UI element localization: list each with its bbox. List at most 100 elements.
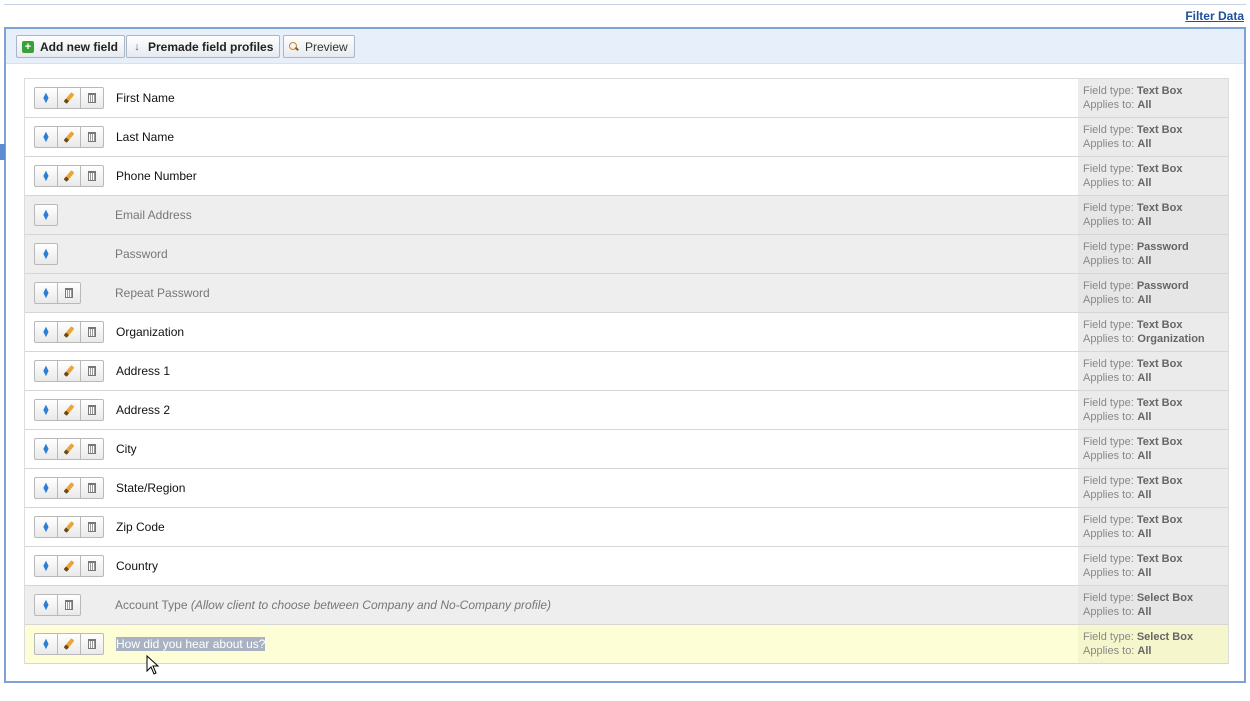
field-name-with-note: Account Type (Allow client to choose bet… xyxy=(115,598,551,612)
field-name[interactable]: Last Name xyxy=(116,130,174,144)
edit-button[interactable] xyxy=(57,438,81,460)
delete-button[interactable] xyxy=(80,165,104,187)
delete-button[interactable] xyxy=(57,594,81,616)
applies-to-value: All xyxy=(1137,177,1152,189)
sort-handle[interactable]: ▲ ▼ xyxy=(34,477,58,499)
edit-button[interactable] xyxy=(57,399,81,421)
row-actions: ▲ ▼ xyxy=(34,321,104,343)
field-type-value: Text Box xyxy=(1136,85,1183,97)
field-note: (Allow client to choose between Company … xyxy=(190,598,552,612)
sort-handle[interactable]: ▲ ▼ xyxy=(34,555,58,577)
field-meta: Field type: Password Applies to: All xyxy=(1078,274,1228,312)
field-meta: Field type: Select Box Applies to: All xyxy=(1078,586,1228,624)
row-actions: ▲ ▼ xyxy=(34,633,104,655)
field-name[interactable]: Phone Number xyxy=(116,169,197,183)
sort-handle[interactable]: ▲ ▼ xyxy=(34,594,58,616)
applies-to-label: Applies to: xyxy=(1083,450,1138,462)
applies-to-value: All xyxy=(1137,450,1152,462)
field-type-value: Text Box xyxy=(1136,397,1183,409)
sort-icon: ▲ ▼ xyxy=(41,402,51,417)
field-name[interactable]: First Name xyxy=(116,91,175,105)
applies-to-value: All xyxy=(1137,138,1152,150)
field-name[interactable]: Address 1 xyxy=(116,364,170,378)
field-meta: Field type: Text Box Applies to: All xyxy=(1078,196,1228,234)
sort-icon: ▲ ▼ xyxy=(41,363,51,378)
edit-button[interactable] xyxy=(57,360,81,382)
sort-handle[interactable]: ▲ ▼ xyxy=(34,165,58,187)
field-type-label: Field type: xyxy=(1083,436,1137,448)
edit-button[interactable] xyxy=(57,555,81,577)
edit-button[interactable] xyxy=(57,321,81,343)
field-name-selected[interactable]: How did you hear about us? xyxy=(116,637,266,651)
sort-handle[interactable]: ▲ ▼ xyxy=(34,399,58,421)
row-actions: ▲ ▼ xyxy=(34,282,81,304)
field-type-label: Field type: xyxy=(1083,319,1137,331)
plus-icon: + xyxy=(22,40,34,53)
field-name[interactable]: State/Region xyxy=(116,481,185,495)
field-name[interactable]: Country xyxy=(116,559,158,573)
field-name[interactable]: Zip Code xyxy=(116,520,165,534)
preview-button[interactable]: Preview xyxy=(283,35,355,58)
edit-button[interactable] xyxy=(57,165,81,187)
sort-handle[interactable]: ▲ ▼ xyxy=(34,204,58,226)
field-name: Password xyxy=(115,247,168,261)
delete-button[interactable] xyxy=(80,360,104,382)
delete-button[interactable] xyxy=(80,516,104,538)
sort-handle[interactable]: ▲ ▼ xyxy=(34,243,58,265)
sort-handle[interactable]: ▲ ▼ xyxy=(34,633,58,655)
trash-icon xyxy=(65,288,73,298)
applies-to-value: All xyxy=(1137,528,1152,540)
applies-to-label: Applies to: xyxy=(1083,138,1138,150)
field-name[interactable]: Address 2 xyxy=(116,403,170,417)
delete-button[interactable] xyxy=(80,321,104,343)
sort-icon: ▲ ▼ xyxy=(41,558,51,573)
field-meta: Field type: Text Box Applies to: All xyxy=(1078,547,1228,585)
edit-button[interactable] xyxy=(57,87,81,109)
field-type-value: Password xyxy=(1136,280,1189,292)
delete-button[interactable] xyxy=(80,399,104,421)
sort-handle[interactable]: ▲ ▼ xyxy=(34,516,58,538)
sort-handle[interactable]: ▲ ▼ xyxy=(34,126,58,148)
applies-to-label: Applies to: xyxy=(1083,294,1138,306)
edit-button[interactable] xyxy=(57,633,81,655)
applies-to-value: All xyxy=(1137,606,1152,618)
field-name[interactable]: Organization xyxy=(116,325,184,339)
sort-icon: ▲ ▼ xyxy=(41,324,51,339)
delete-button[interactable] xyxy=(80,438,104,460)
field-row: ▲ ▼ Phone Number Field type: Text Box App… xyxy=(25,157,1228,196)
field-type-label: Field type: xyxy=(1083,631,1137,643)
applies-to-label: Applies to: xyxy=(1083,99,1138,111)
sort-handle[interactable]: ▲ ▼ xyxy=(34,438,58,460)
add-new-field-button[interactable]: + Add new field xyxy=(16,35,125,58)
field-type-label: Field type: xyxy=(1083,163,1137,175)
delete-button[interactable] xyxy=(80,87,104,109)
field-meta: Field type: Select Box Applies to: All xyxy=(1078,625,1228,663)
pencil-icon xyxy=(63,638,75,650)
pencil-icon xyxy=(63,482,75,494)
sort-handle[interactable]: ▲ ▼ xyxy=(34,282,58,304)
sort-handle[interactable]: ▲ ▼ xyxy=(34,321,58,343)
field-name[interactable]: City xyxy=(116,442,137,456)
trash-icon xyxy=(88,171,96,181)
pencil-icon xyxy=(63,170,75,182)
field-meta: Field type: Text Box Applies to: All xyxy=(1078,391,1228,429)
delete-button[interactable] xyxy=(80,126,104,148)
premade-field-profiles-button[interactable]: ↓ Premade field profiles xyxy=(126,35,281,58)
edit-button[interactable] xyxy=(57,126,81,148)
sort-icon: ▲ ▼ xyxy=(41,246,51,261)
pencil-icon xyxy=(63,443,75,455)
pencil-icon xyxy=(63,560,75,572)
delete-button[interactable] xyxy=(57,282,81,304)
row-actions: ▲ ▼ xyxy=(34,555,104,577)
delete-button[interactable] xyxy=(80,477,104,499)
edit-button[interactable] xyxy=(57,516,81,538)
edit-button[interactable] xyxy=(57,477,81,499)
sort-handle[interactable]: ▲ ▼ xyxy=(34,360,58,382)
delete-button[interactable] xyxy=(80,555,104,577)
fields-table: ▲ ▼ First Name Field type: Text Box Appli… xyxy=(24,78,1229,664)
filter-data-link[interactable]: Filter Data xyxy=(1185,9,1244,23)
sort-handle[interactable]: ▲ ▼ xyxy=(34,87,58,109)
delete-button[interactable] xyxy=(80,633,104,655)
field-name: Email Address xyxy=(115,208,192,222)
field-type-value: Text Box xyxy=(1136,202,1183,214)
